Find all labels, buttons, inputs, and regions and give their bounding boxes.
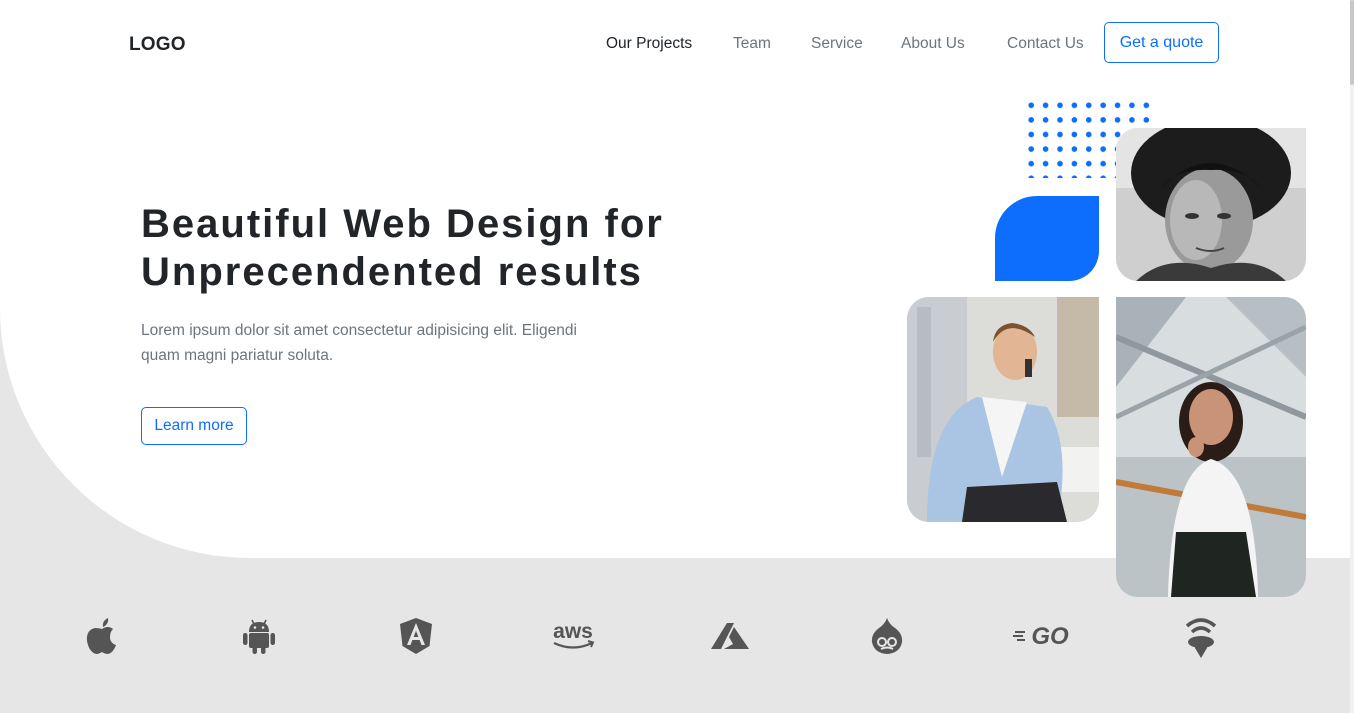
nav-our-projects[interactable]: Our Projects xyxy=(606,35,692,53)
learn-more-button[interactable]: Learn more xyxy=(141,407,247,445)
kaggle-icon xyxy=(1174,612,1228,660)
logo[interactable]: LOGO xyxy=(129,34,186,56)
azure-icon xyxy=(703,612,757,660)
nav-service[interactable]: Service xyxy=(811,35,863,53)
svg-text:aws: aws xyxy=(553,620,593,643)
scrollbar-thumb[interactable] xyxy=(1350,0,1354,85)
aws-icon: aws xyxy=(546,612,600,660)
portrait-curly-hair-photo xyxy=(1116,128,1306,281)
angular-icon xyxy=(389,612,443,660)
nav-contact-us[interactable]: Contact Us xyxy=(1007,35,1084,53)
get-quote-button[interactable]: Get a quote xyxy=(1104,22,1219,63)
smiling-woman-photo xyxy=(1116,297,1306,597)
hero-title: Beautiful Web Design for Unprecendented … xyxy=(141,200,664,296)
hero-title-line-2: Unprecendented results xyxy=(141,250,643,294)
drupal-icon xyxy=(860,612,914,660)
apple-icon xyxy=(75,612,129,660)
android-icon xyxy=(232,612,286,660)
go-icon: GO xyxy=(1013,612,1073,660)
svg-text:GO: GO xyxy=(1031,623,1069,650)
nav-about-us[interactable]: About Us xyxy=(901,35,965,53)
businessman-phone-photo xyxy=(907,297,1099,522)
blue-leaf-shape xyxy=(995,196,1099,281)
hero-title-line-1: Beautiful Web Design for xyxy=(141,202,664,246)
nav-team[interactable]: Team xyxy=(733,35,771,53)
hero-description: Lorem ipsum dolor sit amet consectetur a… xyxy=(141,322,577,364)
scrollbar-track[interactable] xyxy=(1350,0,1354,713)
